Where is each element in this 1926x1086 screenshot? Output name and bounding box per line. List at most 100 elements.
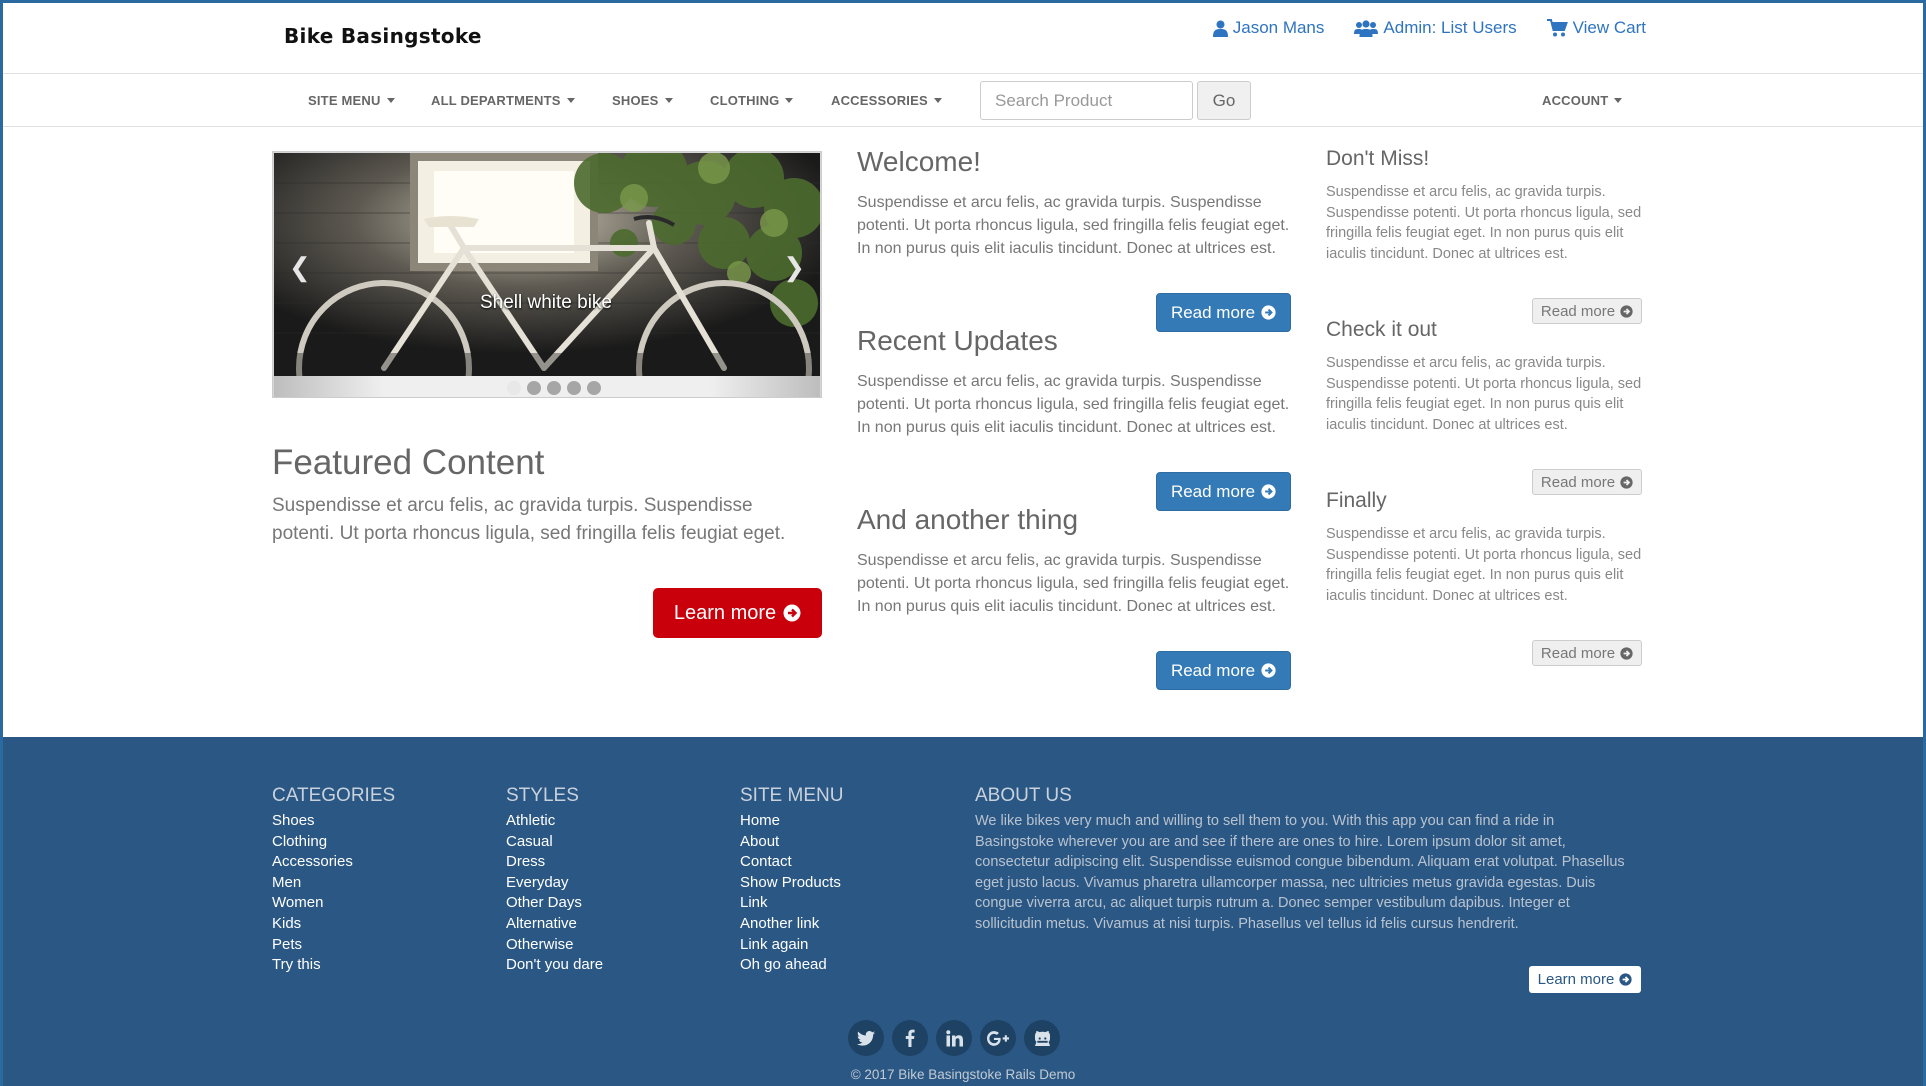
carousel-indicator[interactable] [567,381,581,395]
arrow-circle-right-icon [1620,646,1633,660]
recent-updates-read-more-button[interactable]: Read more [1156,472,1291,511]
footer-styles: STYLES Athletic Casual Dress Everyday Ot… [506,785,603,976]
footer-link[interactable]: Don't you dare [506,955,603,976]
nav-clothing-label: CLOTHING [710,93,780,108]
footer-link[interactable]: Athletic [506,811,603,832]
footer-about-body: We like bikes very much and willing to s… [975,813,1625,932]
arrow-circle-right-icon [1620,304,1633,318]
twitter-icon[interactable] [848,1020,884,1056]
read-more-label: Read more [1540,473,1616,491]
arrow-circle-right-icon [1261,663,1276,678]
nav-account[interactable]: ACCOUNT [1542,93,1623,108]
footer-link[interactable]: Everyday [506,873,603,894]
footer-link[interactable]: Dress [506,852,603,873]
main-navbar: SITE MENU ALL DEPARTMENTS SHOES CLOTHING… [0,74,1926,127]
admin-link-label: Admin: List Users [1383,18,1517,37]
footer-categories: CATEGORIES Shoes Clothing Accessories Me… [272,785,395,976]
welcome-read-more-button[interactable]: Read more [1156,293,1291,332]
admin-list-users-link[interactable]: Admin: List Users [1354,18,1517,38]
footer-link[interactable]: Other Days [506,893,603,914]
github-icon[interactable] [1024,1020,1060,1056]
carousel-prev-arrow-icon[interactable]: ❮ [289,252,311,283]
finally-read-more-button[interactable]: Read more [1532,640,1642,666]
recent-updates-body: Suspendisse et arcu felis, ac gravida tu… [857,373,1290,436]
carousel-next-arrow-icon[interactable]: ❯ [783,252,805,283]
check-it-out-body: Suspendisse et arcu felis, ac gravida tu… [1326,355,1642,433]
footer-link[interactable]: Casual [506,832,603,853]
nav-site-menu-label: SITE MENU [308,93,381,108]
nav-all-departments-label: ALL DEPARTMENTS [431,93,561,108]
carousel-indicator[interactable] [587,381,601,395]
footer-link[interactable]: Shoes [272,811,395,832]
arrow-circle-right-icon [1620,475,1633,489]
carousel-indicator[interactable] [527,381,541,395]
carousel-indicator-bar [274,376,820,397]
footer-link[interactable]: About [740,832,843,853]
carousel-indicator[interactable] [507,381,521,395]
user-link[interactable]: Jason Mans [1212,18,1324,38]
learn-more-label: Learn more [673,601,777,624]
nav-shoes[interactable]: SHOES [612,93,673,108]
search-product-input[interactable] [980,81,1193,120]
footer-categories-heading: CATEGORIES [272,785,396,806]
footer-link[interactable]: Alternative [506,914,603,935]
footer-link[interactable]: Link again [740,935,843,956]
nav-clothing[interactable]: CLOTHING [710,93,794,108]
featured-content-body: Suspendisse et arcu felis, ac gravida tu… [272,495,786,544]
footer-link[interactable]: Link [740,893,843,914]
linkedin-icon[interactable] [936,1020,972,1056]
footer-link[interactable]: Home [740,811,843,832]
view-cart-link[interactable]: View Cart [1546,18,1646,38]
nav-site-menu[interactable]: SITE MENU [308,93,395,108]
footer-link[interactable]: Contact [740,852,843,873]
footer-link[interactable]: Men [272,873,395,894]
carousel-indicator[interactable] [547,381,561,395]
carousel-caption: Shell white bike [479,292,613,313]
search-go-button[interactable]: Go [1197,81,1251,120]
recent-updates-title: Recent Updates [857,325,1058,356]
image-carousel: ❮ ❯ Shell white bike [272,151,822,398]
footer-link[interactable]: Kids [272,914,395,935]
read-more-label: Read more [1540,644,1616,662]
facebook-icon[interactable] [892,1020,928,1056]
caret-down-icon [1614,98,1623,103]
footer-about-heading: ABOUT US [975,785,1072,806]
footer-link[interactable]: Show Products [740,873,843,894]
nav-accessories[interactable]: ACCESSORIES [831,93,942,108]
read-more-label: Read more [1540,302,1616,320]
footer-link[interactable]: Accessories [272,852,395,873]
footer-learn-more-button[interactable]: Learn more [1529,966,1641,993]
dont-miss-read-more-button[interactable]: Read more [1532,298,1642,324]
nav-account-label: ACCOUNT [1542,93,1609,108]
welcome-title: Welcome! [857,146,981,177]
footer-link[interactable]: Pets [272,935,395,956]
google-plus-icon[interactable] [980,1020,1016,1056]
dont-miss-body: Suspendisse et arcu felis, ac gravida tu… [1326,184,1642,262]
caret-down-icon [664,98,673,103]
caret-down-icon [933,98,942,103]
another-thing-body: Suspendisse et arcu felis, ac gravida tu… [857,552,1290,615]
check-it-out-title: Check it out [1326,318,1437,341]
arrow-circle-right-icon [1261,305,1276,320]
featured-learn-more-button[interactable]: Learn more [653,588,822,638]
finally-body: Suspendisse et arcu felis, ac gravida tu… [1326,526,1642,604]
social-links [848,1020,1060,1056]
arrow-circle-right-icon [1261,484,1276,499]
top-bar: Bike Basingstoke Jason Mans Admin: List … [0,0,1926,74]
footer-link[interactable]: Oh go ahead [740,955,843,976]
footer-link[interactable]: Clothing [272,832,395,853]
nav-all-departments[interactable]: ALL DEPARTMENTS [431,93,575,108]
view-cart-label: View Cart [1572,18,1646,37]
caret-down-icon [785,98,794,103]
nav-accessories-label: ACCESSORIES [831,93,928,108]
footer-link[interactable]: Women [272,893,395,914]
another-thing-read-more-button[interactable]: Read more [1156,651,1291,690]
read-more-label: Read more [1170,481,1256,501]
brand-logo[interactable]: Bike Basingstoke [284,24,482,48]
footer-link[interactable]: Otherwise [506,935,603,956]
check-it-out-read-more-button[interactable]: Read more [1532,469,1642,495]
read-more-label: Read more [1170,302,1256,322]
footer-link[interactable]: Try this [272,955,395,976]
footer-link[interactable]: Another link [740,914,843,935]
footer-about: ABOUT US We like bikes very much and wil… [975,785,1625,935]
